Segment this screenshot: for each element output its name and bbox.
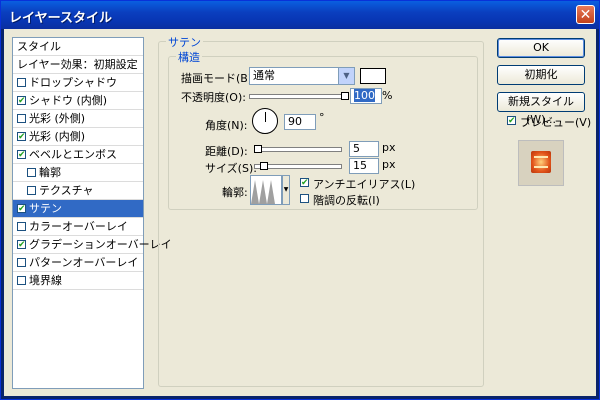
checkbox[interactable] [27, 168, 36, 177]
invert-checkbox[interactable] [300, 194, 309, 203]
preview-swatch [531, 151, 551, 173]
opacity-input[interactable]: 100 [350, 88, 382, 104]
title-bar[interactable]: レイヤースタイル ✕ [1, 1, 599, 29]
checkbox[interactable] [17, 114, 26, 123]
reset-button[interactable]: 初期化 [497, 65, 585, 85]
style-preview-thumbnail [518, 140, 564, 186]
angle-dial-hand [265, 112, 266, 122]
size-label: サイズ(S): [205, 162, 257, 175]
checkbox[interactable]: ✔ [17, 204, 26, 214]
opacity-slider-thumb[interactable] [341, 92, 349, 100]
style-item-stroke[interactable]: 境界線 [13, 272, 143, 290]
checkbox[interactable] [17, 78, 26, 87]
angle-input[interactable]: 90 [284, 114, 316, 130]
antialias-checkbox[interactable]: ✔ [300, 178, 309, 188]
contour-dropdown-arrow-icon[interactable]: ▼ [282, 175, 290, 205]
style-item-satin[interactable]: ✔ サテン [13, 200, 143, 218]
style-item-gradient-overlay[interactable]: ✔ グラデーションオーバーレイ [13, 236, 172, 254]
preview-label: プレビュー(V) [520, 116, 592, 129]
size-slider-thumb[interactable] [260, 162, 268, 170]
style-item-outer-glow[interactable]: 光彩 (外側) [13, 110, 143, 128]
structure-group-title: 構造 [176, 49, 202, 65]
distance-slider-thumb[interactable] [254, 145, 262, 153]
distance-label: 距離(D): [205, 145, 248, 158]
contour-label: 輪郭: [222, 186, 248, 199]
opacity-label: 不透明度(O): [181, 91, 246, 104]
invert-label: 階調の反転(I) [313, 194, 380, 207]
style-list: スタイル レイヤー効果：初期設定 ドロップシャドウ ✔ シャドウ (内側) 光彩 … [12, 37, 172, 389]
style-item-bevel-emboss[interactable]: ✔ ベベルとエンボス [13, 146, 143, 164]
blend-mode-select[interactable]: 通常 ▼ [249, 67, 355, 85]
distance-unit: px [382, 141, 396, 154]
style-item-pattern-overlay[interactable]: パターンオーバーレイ [13, 254, 143, 272]
antialias-label: アンチエイリアス(L) [313, 178, 416, 191]
chevron-down-icon: ▼ [338, 68, 354, 84]
checkbox[interactable] [17, 258, 26, 267]
window-title: レイヤースタイル [9, 11, 112, 26]
ok-button[interactable]: OK [497, 38, 585, 58]
contour-curve-icon [251, 180, 275, 204]
dialog-body: スタイル レイヤー効果：初期設定 ドロップシャドウ ✔ シャドウ (内側) 光彩 … [4, 29, 596, 396]
checkbox[interactable] [27, 186, 36, 195]
blend-mode-label: 描画モード(B): [181, 72, 256, 85]
opacity-unit: % [382, 89, 393, 102]
checkbox[interactable]: ✔ [17, 132, 26, 142]
layer-style-dialog: レイヤースタイル ✕ スタイル レイヤー効果：初期設定 ドロップシャドウ ✔ シャ… [0, 0, 600, 400]
blend-color-swatch[interactable] [360, 68, 386, 84]
contour-picker[interactable] [250, 175, 282, 205]
checkbox[interactable]: ✔ [17, 150, 26, 160]
style-item-inner-shadow[interactable]: ✔ シャドウ (内側) [13, 92, 143, 110]
angle-label: 角度(N): [205, 119, 248, 132]
style-item-contour[interactable]: 輪郭 [13, 164, 143, 182]
distance-slider[interactable] [254, 147, 342, 152]
checkbox[interactable] [17, 276, 26, 285]
style-item-color-overlay[interactable]: カラーオーバーレイ [13, 218, 143, 236]
style-item-texture[interactable]: テクスチャ [13, 182, 143, 200]
angle-unit: ° [319, 111, 325, 124]
angle-dial[interactable] [252, 108, 278, 134]
new-style-button[interactable]: 新規スタイル(W)... [497, 92, 585, 126]
satin-group-title: サテン [166, 34, 203, 50]
close-button[interactable]: ✕ [576, 5, 595, 24]
blend-options-item[interactable]: レイヤー効果：初期設定 [13, 56, 143, 74]
distance-input[interactable]: 5 [349, 141, 379, 157]
style-list-header[interactable]: スタイル [13, 38, 143, 56]
checkbox[interactable]: ✔ [17, 240, 26, 250]
style-item-inner-glow[interactable]: ✔ 光彩 (内側) [13, 128, 143, 146]
size-unit: px [382, 158, 396, 171]
checkbox[interactable] [17, 222, 26, 231]
checkbox[interactable]: ✔ [17, 96, 26, 106]
size-input[interactable]: 15 [349, 158, 379, 174]
preview-checkbox[interactable]: ✔ [507, 116, 516, 126]
opacity-slider[interactable] [249, 94, 347, 99]
style-item-drop-shadow[interactable]: ドロップシャドウ [13, 74, 143, 92]
